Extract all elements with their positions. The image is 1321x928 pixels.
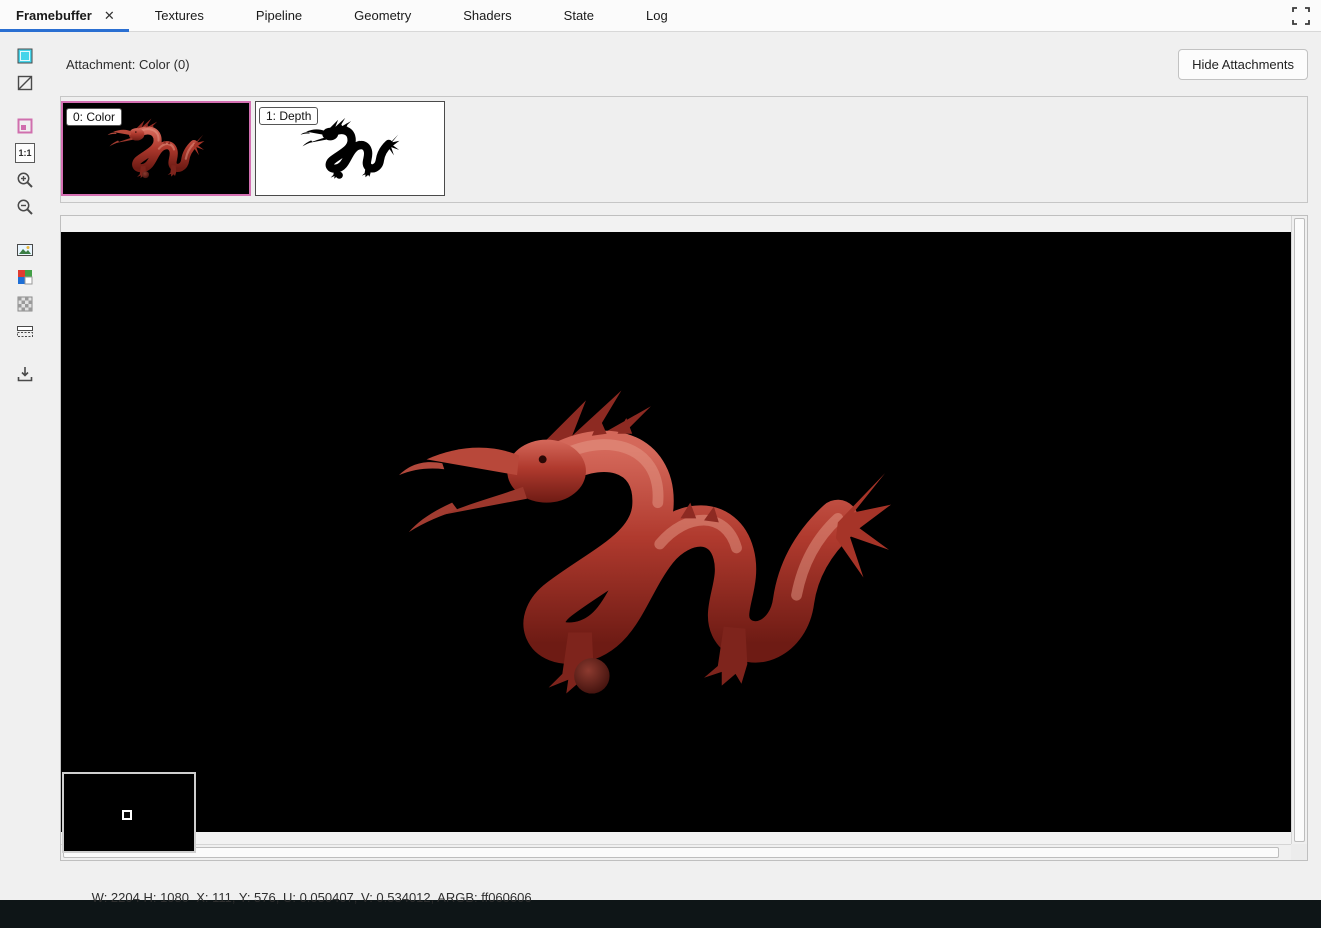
tab-shaders[interactable]: Shaders — [437, 0, 537, 31]
scrollbar-corner — [1291, 844, 1307, 860]
save-texture-button[interactable] — [15, 364, 35, 384]
tab-pipeline[interactable]: Pipeline — [230, 0, 328, 31]
vertical-scrollbar-thumb[interactable] — [1294, 218, 1305, 842]
attachments-strip: 0: Color 1: Depth — [60, 96, 1308, 203]
background-color-button[interactable] — [15, 46, 35, 66]
close-tab-icon[interactable]: ✕ — [104, 9, 115, 22]
attachment-thumb-depth-label: 1: Depth — [259, 107, 319, 125]
no-background-button[interactable] — [15, 73, 35, 93]
pixel-context-preview — [62, 772, 196, 853]
picked-pixel-marker — [122, 810, 132, 820]
texture-viewer-toolbar: 1:1 — [0, 32, 50, 900]
zoom-1to1-button[interactable]: 1:1 — [15, 143, 35, 163]
vertical-scrollbar[interactable] — [1291, 216, 1307, 844]
texture-viewport — [60, 215, 1308, 861]
checkerboard-background-button[interactable] — [15, 294, 35, 314]
attachment-label: Attachment: Color (0) — [66, 57, 190, 72]
tab-geometry[interactable]: Geometry — [328, 0, 437, 31]
highlight-swatch-button[interactable] — [15, 116, 35, 136]
tab-state[interactable]: State — [538, 0, 620, 31]
horizontal-scrollbar[interactable] — [61, 844, 1291, 860]
app-body: 1:1 Attachment: Color (0) Hide Attachmen… — [0, 32, 1321, 905]
fit-image-button[interactable] — [15, 240, 35, 260]
tab-textures[interactable]: Textures — [129, 0, 230, 31]
main-panel: Attachment: Color (0) Hide Attachments 0… — [50, 32, 1321, 905]
horizontal-scrollbar-thumb[interactable] — [63, 847, 1279, 858]
status-text: W: 2204 H: 1080 X: 111, Y: 576, U: 0.050… — [91, 890, 532, 905]
range-bar-button[interactable] — [15, 321, 35, 341]
attachment-header: Attachment: Color (0) Hide Attachments — [60, 48, 1308, 81]
tab-bar: Framebuffer ✕ Textures Pipeline Geometry… — [0, 0, 1321, 32]
tab-framebuffer[interactable]: Framebuffer ✕ — [0, 0, 129, 32]
attachment-thumb-depth[interactable]: 1: Depth — [255, 101, 445, 196]
attachment-thumb-color-label: 0: Color — [66, 108, 123, 126]
tab-framebuffer-label: Framebuffer — [16, 8, 92, 23]
attachment-thumb-color[interactable]: 0: Color — [61, 101, 251, 196]
channels-button[interactable] — [15, 267, 35, 287]
zoom-out-icon[interactable] — [15, 197, 35, 217]
zoom-in-icon[interactable] — [15, 170, 35, 190]
tab-log[interactable]: Log — [620, 0, 694, 31]
status-bar: W: 2204 H: 1080 X: 111, Y: 576, U: 0.050… — [60, 861, 1308, 905]
dragon-render — [399, 378, 891, 708]
render-canvas[interactable] — [61, 232, 1291, 832]
fullscreen-icon[interactable] — [1291, 6, 1311, 26]
hide-attachments-button[interactable]: Hide Attachments — [1178, 49, 1308, 80]
